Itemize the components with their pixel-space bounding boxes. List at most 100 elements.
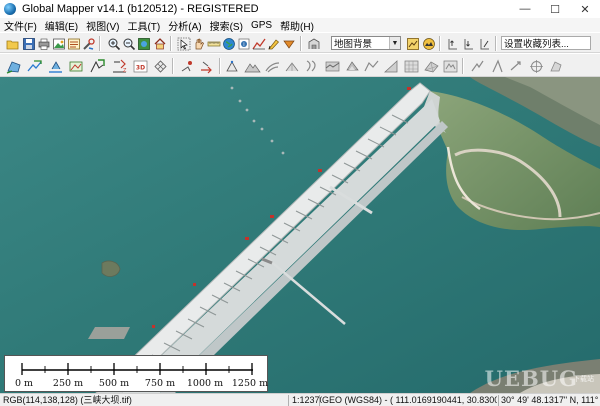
shader-select-value: 地图背景 <box>334 39 373 50</box>
title-bar: Global Mapper v14.1 (b120512) - REGISTER… <box>0 0 600 18</box>
config-tools-icon[interactable] <box>81 36 95 50</box>
hillshade-icon[interactable] <box>421 36 435 50</box>
elevation-down-icon[interactable] <box>461 36 475 50</box>
svg-text:Z: Z <box>123 68 127 74</box>
draw-triangle-icon[interactable] <box>281 36 295 50</box>
zoom-tool-icon[interactable] <box>176 36 191 51</box>
pan-hand-icon[interactable] <box>191 36 205 50</box>
zoom-out-icon[interactable] <box>121 36 136 51</box>
scale-bar: 0 m 250 m 500 m 750 m 1000 m 1250 m <box>4 355 268 392</box>
scale-label: 1000 m <box>186 378 224 389</box>
scale-label: 750 m <box>144 378 176 389</box>
path-profile-icon[interactable] <box>251 36 266 50</box>
layer-control-icon[interactable] <box>66 36 80 50</box>
volume-icon[interactable] <box>343 57 360 74</box>
scale-label: 0 m <box>14 378 34 389</box>
toolbar-separator <box>495 36 496 51</box>
gps-center-icon[interactable] <box>527 57 544 74</box>
menu-file[interactable]: 文件(F) <box>0 18 41 33</box>
view-favorites-select[interactable]: 设置收藏列表... <box>501 36 591 50</box>
toolbar-separator <box>300 36 301 51</box>
globe-icon[interactable] <box>221 36 235 50</box>
full-view-icon[interactable] <box>136 36 150 50</box>
contour-icon[interactable] <box>263 57 280 74</box>
3d-label-icon[interactable]: 3D <box>131 57 148 74</box>
split-line-icon[interactable]: Z <box>110 57 127 74</box>
status-divider <box>319 395 320 406</box>
status-bar: RGB(114,138,128) (三峡大坝.tif) 1:12370 GEO … <box>0 393 600 406</box>
window-title: Global Mapper v14.1 (b120512) - REGISTER… <box>22 3 259 15</box>
toolbar-separator <box>172 58 173 74</box>
pick-point-icon[interactable] <box>178 57 195 74</box>
status-divider <box>498 395 499 406</box>
lidar-icon[interactable] <box>441 57 458 74</box>
3d-view-icon[interactable] <box>306 36 320 50</box>
density-grid-icon[interactable] <box>402 57 419 74</box>
mesh-icon[interactable] <box>422 57 439 74</box>
scale-label: 500 m <box>98 378 130 389</box>
menu-bar: 文件(F) 编辑(E) 视图(V) 工具(T) 分析(A) 搜索(S) GPS … <box>0 18 600 33</box>
toolbar-separator <box>439 36 440 51</box>
create-line-icon[interactable] <box>25 57 42 74</box>
line-of-sight-icon[interactable] <box>362 57 379 74</box>
toolbar-separator <box>219 58 220 74</box>
map-scale: 1:12370 <box>292 395 322 405</box>
pixel-info: RGB(114,138,128) (三峡大坝.tif) <box>3 395 132 405</box>
shader-settings-icon[interactable] <box>405 36 419 50</box>
print-icon[interactable] <box>36 36 50 50</box>
select-features-icon[interactable] <box>224 57 241 74</box>
elevation-up-icon[interactable] <box>445 36 459 50</box>
view-favorites-value: 设置收藏列表... <box>504 39 569 50</box>
app-globe-icon <box>4 3 16 15</box>
home-icon[interactable] <box>152 36 166 50</box>
satellite-image <box>0 77 600 393</box>
scale-label: 1250 m <box>231 378 269 389</box>
status-divider <box>288 395 289 406</box>
create-point-icon[interactable] <box>46 57 63 74</box>
gps-settings-icon[interactable] <box>547 57 564 74</box>
menu-edit[interactable]: 编辑(E) <box>41 18 82 33</box>
maximize-button[interactable]: ☐ <box>540 0 570 18</box>
export-image-icon[interactable] <box>51 36 65 50</box>
view-shed-icon[interactable] <box>283 57 300 74</box>
move-feature-icon[interactable] <box>88 57 105 74</box>
open-folder-icon[interactable] <box>5 36 19 50</box>
save-icon[interactable] <box>21 36 35 50</box>
toolbar-separator <box>99 36 100 51</box>
map-view[interactable]: UEBUG 下载站 <box>0 77 600 393</box>
light-direction-icon[interactable] <box>477 36 491 50</box>
watermark-subtext: 下载站 <box>573 376 594 383</box>
gps-track-icon[interactable] <box>468 57 485 74</box>
menu-view[interactable]: 视图(V) <box>82 18 123 33</box>
slope-icon[interactable] <box>382 57 399 74</box>
digitizer-toolbar: Z 3D <box>0 53 600 77</box>
grid-icon[interactable] <box>151 57 168 74</box>
watershed-icon[interactable] <box>303 57 320 74</box>
svg-text:3D: 3D <box>136 65 145 72</box>
dms-coordinates: 30° 49' 48.1317" N, 111° <box>501 395 599 405</box>
svg-text:i: i <box>243 42 244 48</box>
terrain-icon[interactable] <box>243 57 261 74</box>
edit-vertex-icon[interactable] <box>67 57 84 74</box>
menu-analysis[interactable]: 分析(A) <box>164 18 205 33</box>
toolbar-separator <box>462 58 463 74</box>
gps-waypoint-icon[interactable] <box>488 57 505 74</box>
zoom-in-icon[interactable] <box>106 36 121 51</box>
draw-arrow-icon[interactable] <box>198 57 215 74</box>
measure-tool-icon[interactable] <box>206 36 221 50</box>
minimize-button[interactable]: — <box>510 0 540 18</box>
shader-select[interactable]: 地图背景 ▼ <box>331 36 401 50</box>
digitizer-icon[interactable] <box>266 36 280 50</box>
menu-help[interactable]: 帮助(H) <box>276 18 318 33</box>
menu-tools[interactable]: 工具(T) <box>123 18 164 33</box>
main-toolbar: i 地图背景 ▼ 设置收藏列表... <box>0 32 600 53</box>
menu-search[interactable]: 搜索(S) <box>206 18 247 33</box>
close-button[interactable]: ✕ <box>570 0 600 18</box>
feature-info-icon[interactable]: i <box>236 36 250 50</box>
toolbar-separator <box>170 36 171 51</box>
cut-fill-icon[interactable] <box>323 57 340 74</box>
chevron-down-icon[interactable]: ▼ <box>389 37 400 49</box>
menu-gps[interactable]: GPS <box>247 20 276 31</box>
create-area-icon[interactable] <box>5 57 22 74</box>
gps-follow-icon[interactable] <box>507 57 524 74</box>
